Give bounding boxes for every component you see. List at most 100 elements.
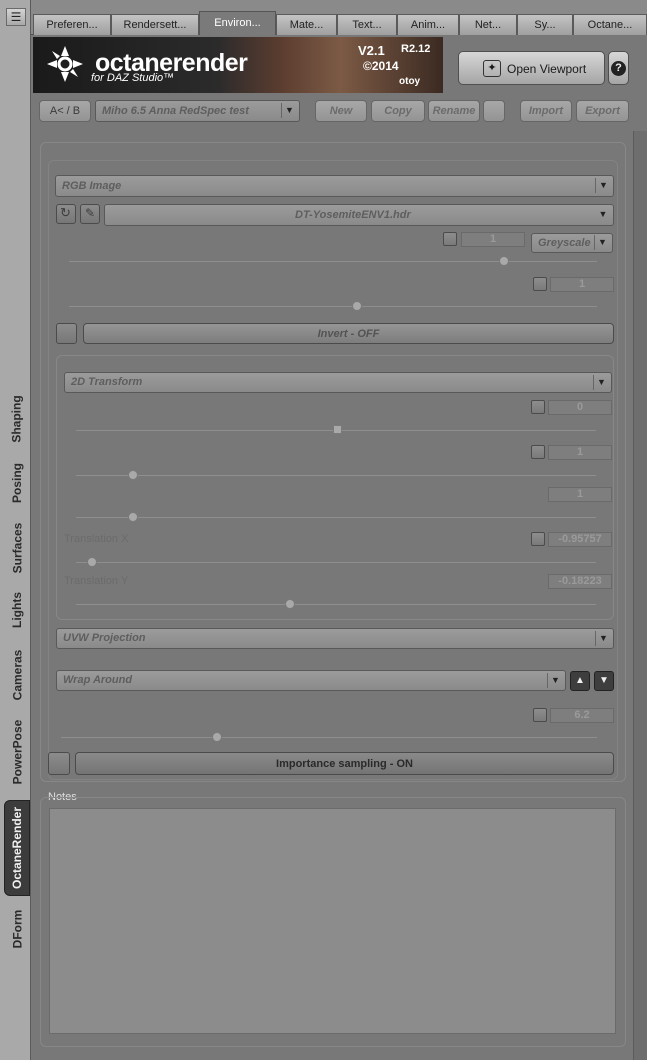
export-preset-button[interactable]: Export [576,100,629,122]
preset-select-value: Miho 6.5 Anna RedSpec test [102,105,249,117]
env-power-link-checkbox[interactable] [533,708,547,722]
rename-preset-button[interactable]: Rename [428,100,480,122]
pane-menu-icon[interactable]: ☰ [6,8,26,26]
delete-preset-button[interactable] [483,100,505,122]
power-value-field[interactable]: 1 [461,232,525,247]
env-power-slider-track[interactable] [61,737,597,738]
translation-y-slider-track[interactable] [76,604,596,605]
side-tab-label: PowerPose [10,719,25,785]
side-tab-dform[interactable]: DForm [4,905,30,953]
side-tab-posing[interactable]: Posing [4,455,30,510]
rotation-value-field[interactable]: 0 [548,400,612,415]
chevron-down-icon: ▼ [594,235,610,250]
chevron-down-icon: ▼ [547,673,563,688]
tab-bar: Preferen... Rendersett... Environ... Mat… [31,0,647,36]
gamma-slider-handle[interactable] [352,301,362,311]
translation-x-link-checkbox[interactable] [531,532,545,546]
preset-select[interactable]: Miho 6.5 Anna RedSpec test ▼ [95,100,300,122]
power-slider-handle[interactable] [499,256,509,266]
open-viewport-button[interactable]: ✦ Open Viewport [458,51,605,85]
reload-icon: ↻ [60,205,71,220]
tab-environment[interactable]: Environ... [199,11,276,36]
scale-x-slider-track[interactable] [76,475,596,476]
transform-group [56,355,614,620]
main-pane: Preferen... Rendersett... Environ... Mat… [31,0,647,1060]
help-icon: ? [611,61,626,76]
power-link-checkbox[interactable] [443,232,457,246]
move-down-button[interactable]: ▼ [594,671,614,691]
channel-select[interactable]: Greyscale ▼ [531,233,613,253]
texture-file-value: DT-YosemiteENV1.hdr [295,209,411,221]
notes-textarea[interactable] [49,808,616,1034]
environment-panel: octanerender for DAZ Studio™ V2.1 R2.12 … [31,35,647,1060]
import-preset-button[interactable]: Import [520,100,572,122]
side-tab-label: Posing [10,462,25,503]
gamma-link-checkbox[interactable] [533,277,547,291]
scale-x-slider-handle[interactable] [128,470,138,480]
gamma-slider-track[interactable] [69,306,597,307]
side-tab-label: Lights [10,592,24,628]
banner-copyright: ©2014 [363,59,399,73]
translation-x-slider-track[interactable] [76,562,596,563]
banner-subtitle: for DAZ Studio™ [91,72,175,84]
texture-file-select[interactable]: DT-YosemiteENV1.hdr ▼ [104,204,614,226]
translation-y-slider-handle[interactable] [285,599,295,609]
projection-select[interactable]: UVW Projection ▼ [56,628,614,649]
help-button[interactable]: ? [608,51,629,85]
chevron-down-icon: ▼ [598,209,608,219]
copy-preset-button[interactable]: Copy [371,100,425,122]
new-preset-button[interactable]: New [315,100,367,122]
triangle-down-icon: ▼ [599,675,609,686]
vertical-scrollbar[interactable] [633,131,647,1060]
chevron-down-icon: ▼ [281,103,297,118]
translation-x-slider-handle[interactable] [87,557,97,567]
side-tab-surfaces[interactable]: Surfaces [4,515,30,580]
scale-x-link-checkbox[interactable] [531,445,545,459]
translation-x-value-field[interactable]: -0.95757 [548,532,612,547]
translation-x-label: Translation X [64,533,129,545]
wrap-mode-select[interactable]: Wrap Around ▼ [56,670,566,691]
move-up-button[interactable]: ▲ [570,671,590,691]
reload-texture-button[interactable]: ↻ [56,204,76,224]
side-pane-tabs: ☰ Shaping Posing Surfaces Lights Cameras… [0,0,31,1060]
env-power-value-field[interactable]: 6.2 [550,708,614,723]
side-tab-shaping[interactable]: Shaping [4,388,30,450]
env-power-slider-handle[interactable] [212,732,222,742]
side-tab-powerpose[interactable]: PowerPose [4,712,30,792]
tab-system[interactable]: Sy... [517,14,573,35]
side-tab-lights[interactable]: Lights [4,585,30,635]
transform-type-select[interactable]: 2D Transform ▼ [64,372,612,393]
translation-y-label: Translation Y [64,575,129,587]
scale-y-slider-track[interactable] [76,517,596,518]
importance-sampling-checkbox[interactable] [48,752,70,775]
tab-network[interactable]: Net... [459,14,517,35]
texture-type-select[interactable]: RGB Image ▼ [55,175,614,197]
invert-checkbox[interactable] [56,323,77,344]
tab-materials[interactable]: Mate... [276,14,337,35]
aperture-icon: ✦ [483,60,501,77]
open-viewport-label: Open Viewport [507,62,587,76]
chevron-down-icon: ▼ [595,178,611,193]
rotation-slider-handle[interactable] [333,425,342,434]
translation-y-value-field[interactable]: -0.18223 [548,574,612,589]
scale-y-slider-handle[interactable] [128,512,138,522]
side-tab-label: OctaneRender [10,806,24,890]
tab-animation[interactable]: Anim... [397,14,459,35]
tab-render-settings[interactable]: Rendersett... [111,14,199,35]
importance-sampling-toggle-button[interactable]: Importance sampling - ON [75,752,614,775]
side-tab-label: Shaping [10,395,24,443]
side-tab-octanerender[interactable]: OctaneRender [4,800,30,896]
gamma-value-field[interactable]: 1 [550,277,614,292]
scale-x-value-field[interactable]: 1 [548,445,612,460]
scale-y-value-field[interactable]: 1 [548,487,612,502]
rotation-link-checkbox[interactable] [531,400,545,414]
tab-preferences[interactable]: Preferen... [33,14,111,35]
ab-toggle-button[interactable]: A< / B [39,100,91,122]
invert-toggle-button[interactable]: Invert - OFF [83,323,614,344]
side-tab-cameras[interactable]: Cameras [4,642,30,707]
tab-textures[interactable]: Text... [337,14,397,35]
power-slider-track[interactable] [69,261,597,262]
edit-texture-button[interactable]: ✎ [80,204,100,224]
tab-octane[interactable]: Octane... [573,14,647,35]
octane-banner: octanerender for DAZ Studio™ V2.1 R2.12 … [33,37,443,93]
